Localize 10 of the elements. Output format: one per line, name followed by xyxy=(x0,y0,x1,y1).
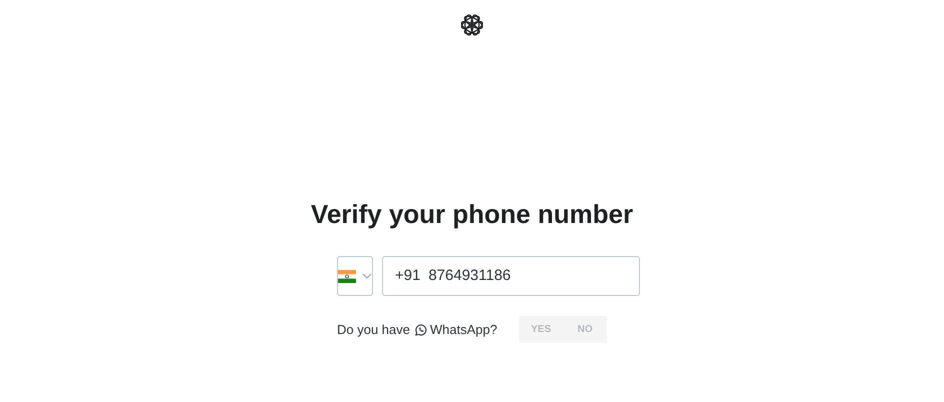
phone-input-field[interactable]: 8764931186 xyxy=(428,264,628,288)
whatsapp-icon xyxy=(415,324,427,336)
whatsapp-question-text: Do you have xyxy=(337,320,410,339)
whatsapp-label: WhatsApp? xyxy=(430,320,498,339)
country-code-text: +91 xyxy=(395,266,420,286)
india-flag-icon xyxy=(338,270,356,282)
phone-field[interactable]: +91 8764931186 xyxy=(382,256,640,296)
chevron-down-icon xyxy=(362,273,372,279)
page-title: Verify your phone number xyxy=(310,198,634,230)
country-select[interactable] xyxy=(337,256,373,296)
